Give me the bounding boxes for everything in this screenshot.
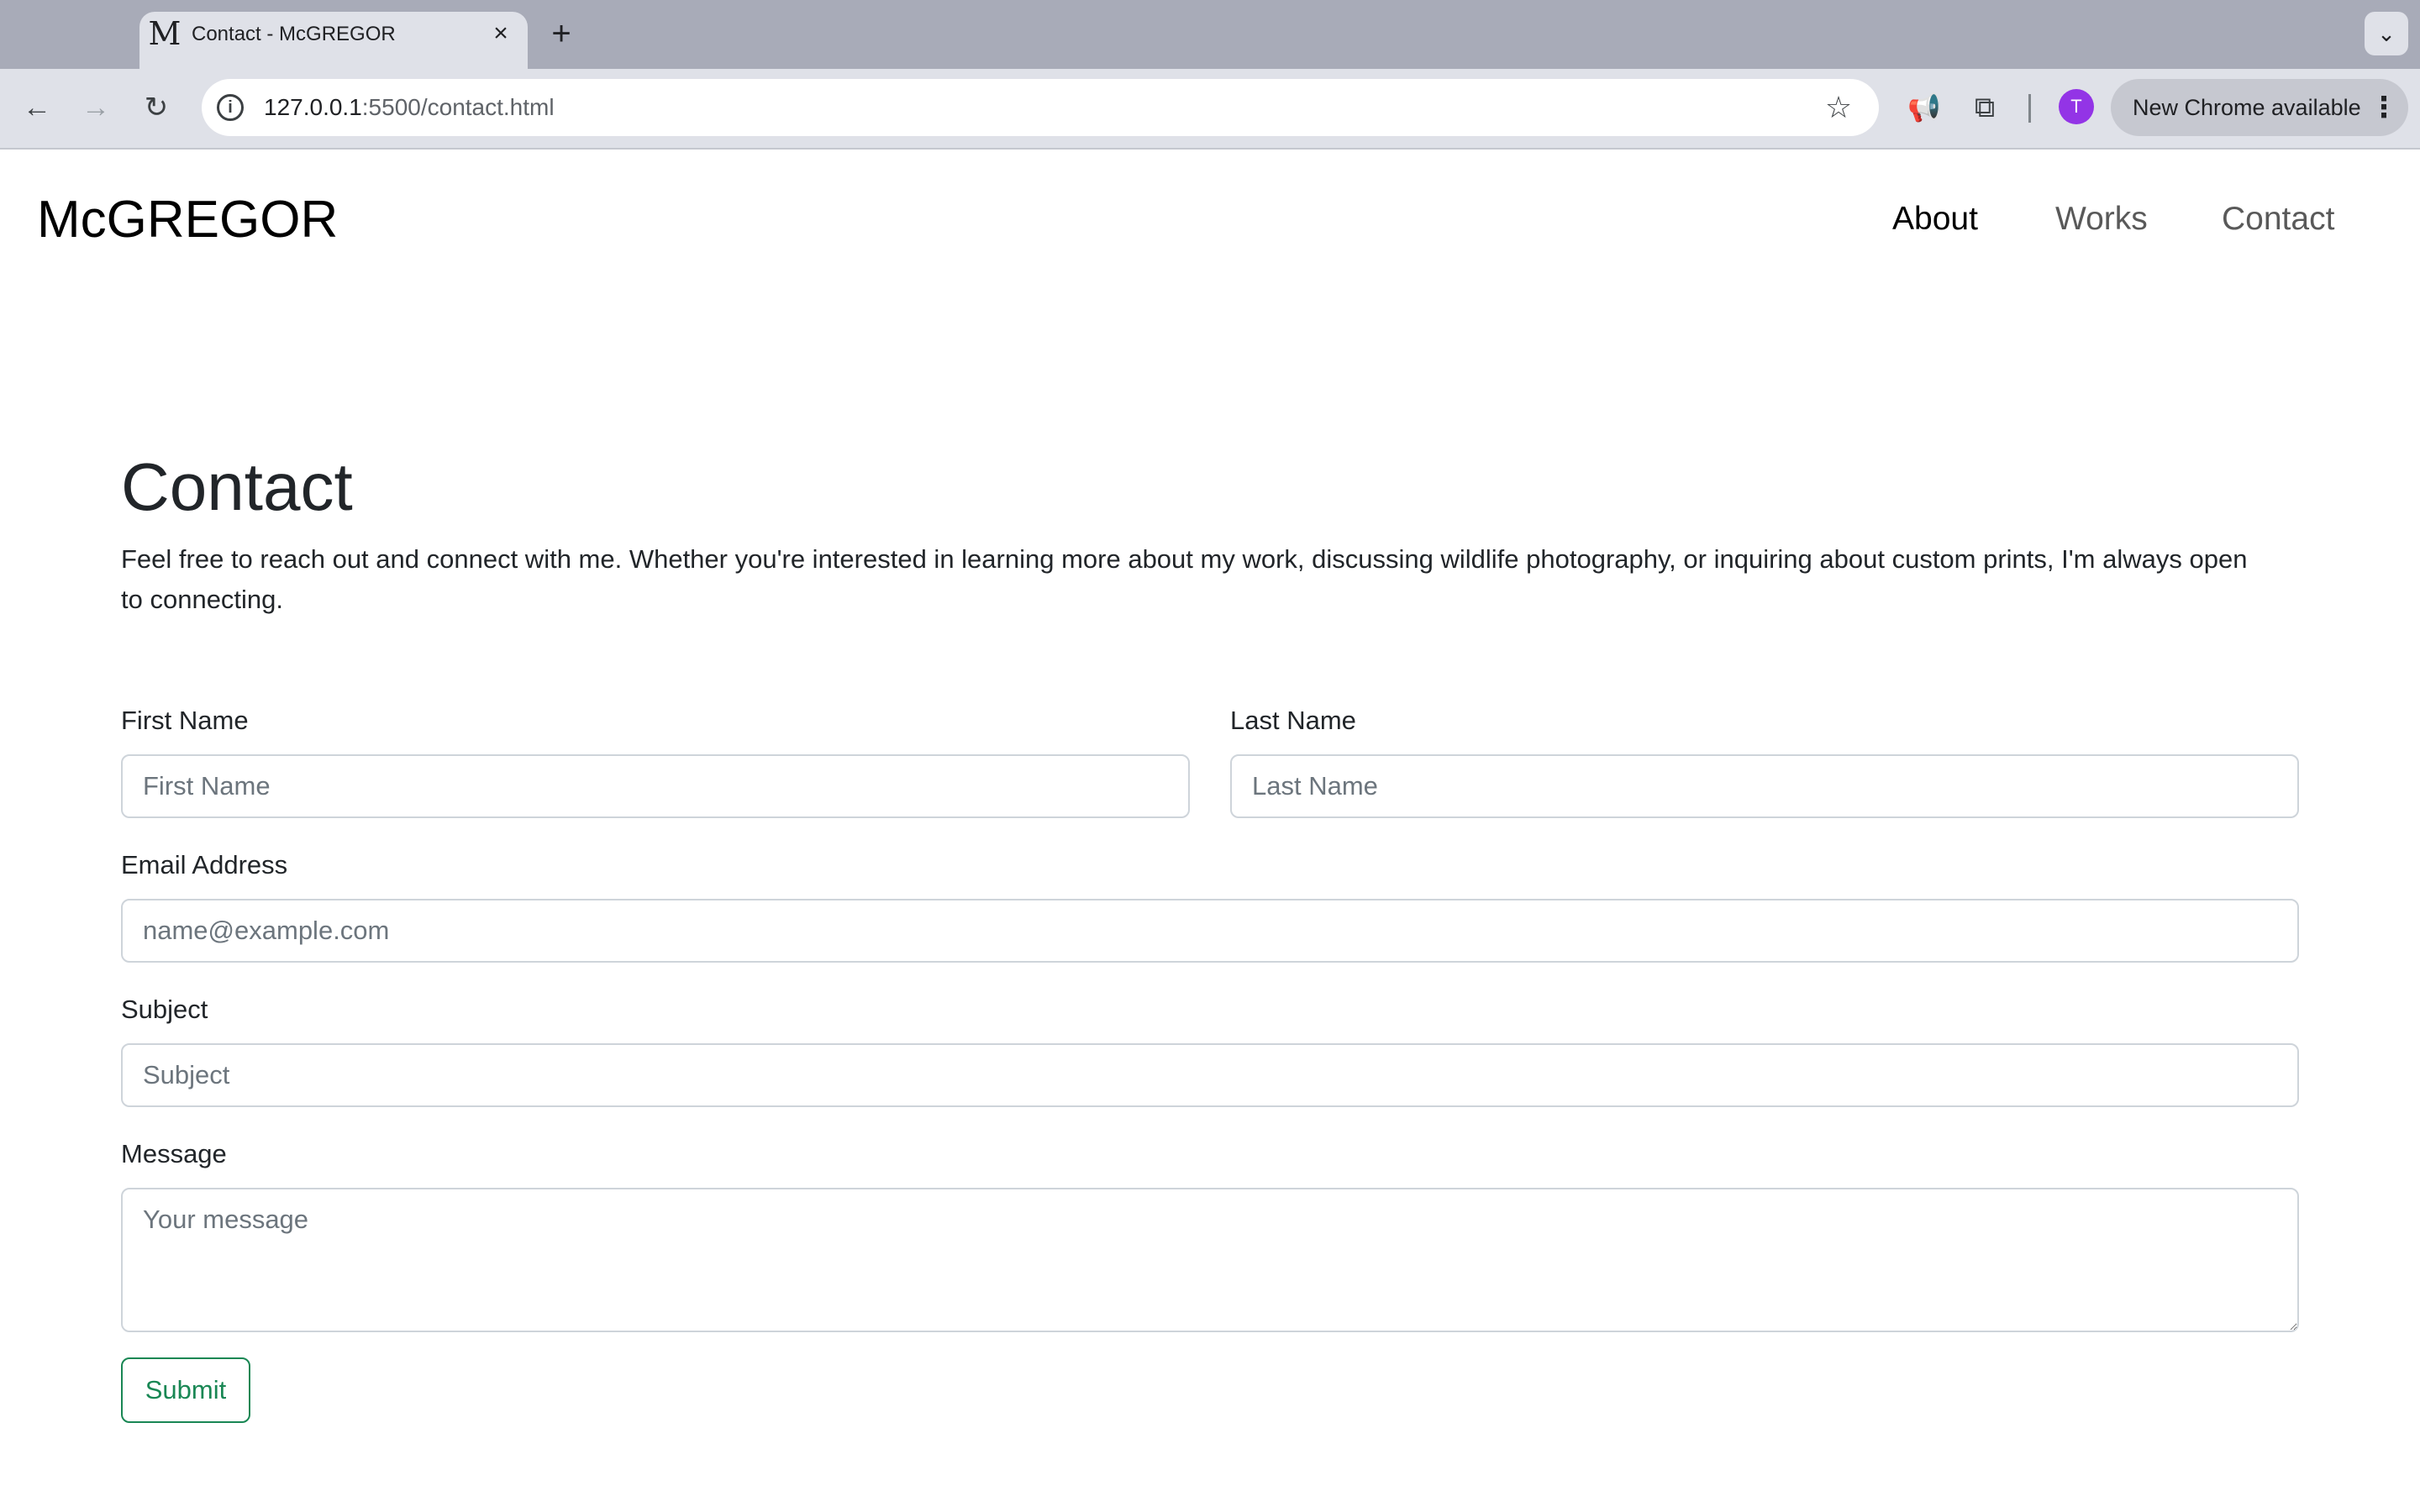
reload-icon[interactable]: ↻ bbox=[136, 87, 176, 128]
first-name-input[interactable] bbox=[121, 754, 1190, 818]
more-menu-icon[interactable]: ⋮ bbox=[2370, 89, 2398, 126]
last-name-input[interactable] bbox=[1230, 754, 2299, 818]
chevron-down-icon: ⌄ bbox=[2377, 21, 2396, 46]
chrome-update-label[interactable]: New Chrome available bbox=[2133, 92, 2361, 123]
toolbar-divider bbox=[2028, 94, 2031, 123]
new-tab-button[interactable]: + bbox=[544, 17, 578, 50]
nav-link-works[interactable]: Works bbox=[2055, 198, 2148, 240]
url-host: 127.0.0.1 bbox=[264, 94, 362, 120]
intro-paragraph: Feel free to reach out and connect with … bbox=[121, 544, 2248, 614]
extensions-puzzle-icon[interactable]: ⧉ bbox=[1966, 89, 2003, 126]
tab-search-button[interactable]: ⌄ bbox=[2365, 12, 2408, 55]
subject-input[interactable] bbox=[121, 1043, 2299, 1107]
tab-favicon-icon: M bbox=[148, 15, 182, 52]
subject-label: Subject bbox=[121, 995, 208, 1024]
tab-title[interactable]: Contact - McGREGOR bbox=[192, 20, 396, 49]
site-brand-logo[interactable]: McGREGOR bbox=[37, 190, 338, 250]
address-bar-url[interactable]: 127.0.0.1:5500/contact.html bbox=[264, 92, 555, 123]
last-name-label: Last Name bbox=[1230, 706, 1356, 735]
site-info-icon[interactable]: i bbox=[217, 94, 244, 121]
forward-arrow-icon[interactable]: → bbox=[76, 87, 116, 128]
bookmark-star-icon[interactable]: ☆ bbox=[1820, 89, 1857, 126]
page-title: Contact bbox=[121, 449, 353, 524]
nav-link-contact[interactable]: Contact bbox=[2222, 198, 2334, 240]
message-textarea[interactable] bbox=[121, 1188, 2299, 1332]
back-arrow-icon[interactable]: ← bbox=[17, 87, 57, 128]
message-label: Message bbox=[121, 1139, 227, 1168]
email-label: Email Address bbox=[121, 850, 288, 879]
close-icon[interactable]: × bbox=[487, 20, 514, 47]
first-name-label: First Name bbox=[121, 706, 249, 735]
url-path: :5500/contact.html bbox=[361, 94, 555, 120]
profile-avatar[interactable]: T bbox=[2059, 89, 2094, 124]
nav-link-about[interactable]: About bbox=[1892, 198, 1978, 240]
megaphone-icon[interactable]: 📢 bbox=[1906, 89, 1943, 126]
email-input[interactable] bbox=[121, 899, 2299, 963]
submit-button[interactable]: Submit bbox=[121, 1357, 250, 1423]
